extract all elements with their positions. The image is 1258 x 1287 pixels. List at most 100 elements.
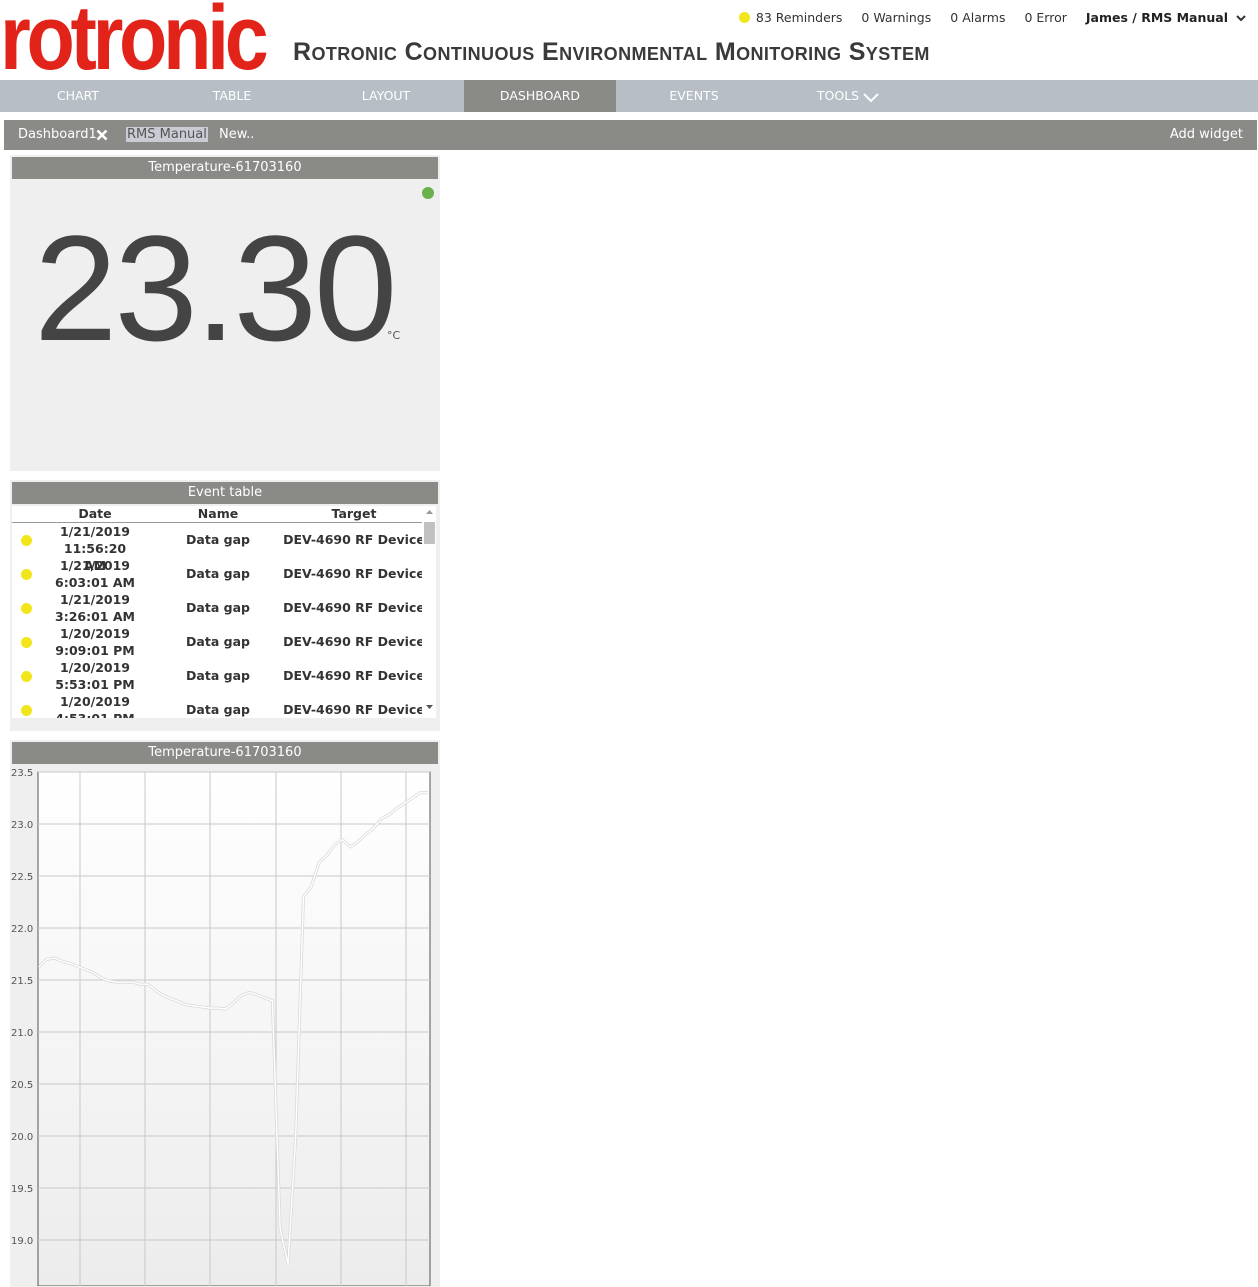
event-target: DEV-4690 RF Device [283,532,425,547]
y-tick-label: 22.0 [11,924,33,935]
data-point [380,818,383,820]
table-row[interactable]: 1/20/20194:53:01 PM Data gap DEV-4690 RF… [12,693,425,718]
y-tick-label: 19.0 [11,1236,33,1247]
scroll-down-icon[interactable] [425,704,434,710]
data-point [279,1228,282,1231]
event-name: Data gap [186,634,250,649]
column-header-name[interactable]: Name [178,506,258,522]
event-name: Data gap [186,702,250,717]
data-point [162,994,165,997]
close-icon[interactable] [96,129,108,141]
event-name: Data gap [186,566,250,581]
errors-link[interactable]: 0 Error [1024,10,1066,25]
y-tick-label: 21.5 [11,976,33,987]
event-date: 1/21/2019 [59,592,130,607]
column-header-target[interactable]: Target [282,506,426,522]
tab-tools[interactable]: TOOLS [772,80,924,112]
data-point [341,838,344,841]
main-nav: CHART TABLE LAYOUT DASHBOARD EVENTS TOOL… [0,80,1258,112]
data-point [116,981,118,983]
data-point [108,980,110,982]
event-table-scrollbar[interactable] [422,506,436,718]
event-target: DEV-4690 RF Device [283,668,425,683]
event-datetime: 1/20/20194:53:01 PM [52,693,138,718]
chevron-down-icon [863,92,879,102]
data-point [123,981,126,983]
temperature-value: 23.30 [34,204,397,372]
event-status-icon [21,637,32,648]
reminder-dot-icon [738,12,750,23]
data-point [240,994,243,997]
event-time: 3:26:01 AM [55,609,135,624]
data-point [178,1001,180,1003]
table-row[interactable]: 1/21/2019 6:03:01 AM Data gap DEV-4690 RF… [12,557,425,591]
data-point [77,965,79,968]
dashboard-bar: Dashboard1 RMS Manual New.. Add widget [4,120,1257,150]
table-row[interactable]: 1/20/2019 5:53:01 PM Data gap DEV-4690 RF… [12,659,425,693]
temperature-unit: °C [387,329,401,342]
event-status-icon [21,569,32,580]
add-widget-button[interactable]: Add widget [1170,120,1243,150]
data-point [46,958,48,960]
data-point [365,833,367,836]
data-point [318,861,320,864]
event-target: DEV-4690 RF Device [283,634,425,649]
data-point [349,846,352,848]
y-tick-label: 20.5 [11,1080,33,1091]
data-point [256,993,258,996]
y-tick-label: 23.0 [11,820,33,831]
alarms-link[interactable]: 0 Alarms [950,10,1005,25]
y-tick-label: 19.5 [11,1184,33,1195]
temperature-line-chart[interactable]: 23.5 23.0 22.5 22.0 21.5 21.0 20.5 20.0 19.5 19.0 [10,764,440,1286]
scroll-up-icon[interactable] [425,509,434,515]
scrollbar-thumb[interactable] [424,522,435,544]
widget-title: Temperature-61703160 [12,157,438,179]
data-point [186,1004,188,1006]
status-ok-icon [422,187,434,199]
event-date: 1/21/2019 [59,524,130,539]
event-table-widget: Event table Date Name Target 1/21/2019 11… [10,480,440,731]
column-header-date[interactable]: Date [52,506,138,522]
data-point [38,965,40,968]
event-date: 1/20/2019 [59,694,130,709]
y-tick-label: 23.5 [11,768,33,779]
event-time: 6:03:01 AM [55,575,135,590]
event-date: 1/20/2019 [59,660,130,675]
table-row[interactable]: 1/20/2019 9:09:01 PM Data gap DEV-4690 RF… [12,625,425,659]
warnings-link[interactable]: 0 Warnings [861,10,931,25]
tab-chart[interactable]: CHART [2,80,154,112]
data-point [388,813,390,816]
new-dashboard-button[interactable]: New.. [219,120,254,150]
data-point [396,807,398,810]
table-row[interactable]: 1/21/2019 11:56:20 AM Data gap DEV-4690 R… [12,523,425,573]
data-point [248,991,250,994]
data-point [302,896,305,898]
event-name: Data gap [186,668,250,683]
data-point [69,962,71,965]
data-point [100,977,102,979]
data-point [411,797,414,799]
data-point [357,840,359,843]
event-status-icon [21,535,32,546]
tab-dashboard[interactable]: DASHBOARD [464,80,616,112]
dashboard-tab-rms-manual[interactable]: RMS Manual [126,127,208,142]
data-point [271,1000,274,1002]
tab-table[interactable]: TABLE [156,80,308,112]
temperature-value-widget: Temperature-61703160 23.30 °C [10,155,440,471]
reminders-link[interactable]: 83 Reminders [756,10,843,25]
data-point [310,885,313,888]
data-point [419,792,422,794]
dashboard-tab-dashboard1[interactable]: Dashboard1 [18,120,97,150]
app-title: Rotronic Continuous Environmental Monito… [293,38,930,66]
data-point [232,1002,235,1004]
data-point [201,1006,204,1008]
table-row[interactable]: 1/21/2019 3:26:01 AM Data gap DEV-4690 RF… [12,591,425,625]
tab-events[interactable]: EVENTS [618,80,770,112]
chevron-down-icon[interactable] [1236,13,1246,23]
tab-tools-label: TOOLS [816,88,860,103]
status-bar: 83 Reminders 0 Warnings 0 Alarms 0 Error… [738,10,1246,25]
user-menu[interactable]: James / RMS Manual [1086,10,1228,25]
event-name: Data gap [186,600,250,615]
tab-layout[interactable]: LAYOUT [310,80,462,112]
data-point [84,968,87,971]
